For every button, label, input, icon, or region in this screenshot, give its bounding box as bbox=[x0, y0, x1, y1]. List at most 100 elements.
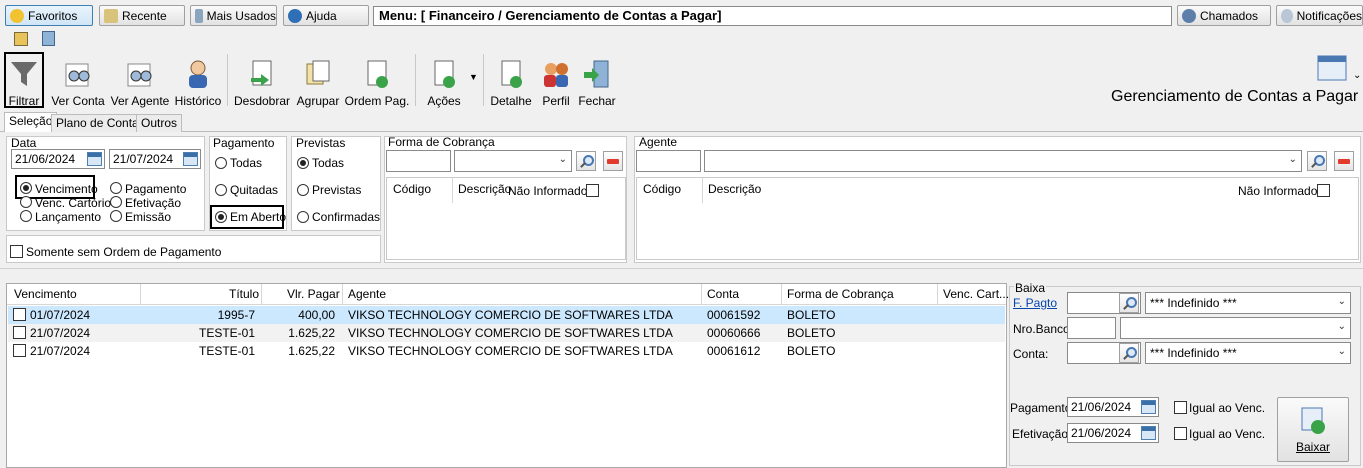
pagamento-todas-radio[interactable] bbox=[215, 157, 227, 169]
agente-nao-informado-checkbox[interactable] bbox=[1317, 184, 1330, 197]
date-to-field[interactable]: 21/07/2024 bbox=[109, 149, 201, 169]
emissao-radio[interactable] bbox=[110, 210, 122, 222]
cell-vencimento: 21/07/2024 bbox=[30, 326, 91, 340]
date-from-field[interactable]: 21/06/2024 bbox=[11, 149, 105, 169]
venc-cartorio-radio[interactable] bbox=[20, 196, 32, 208]
nro-banco-select[interactable]: ⌄ bbox=[1120, 317, 1351, 339]
fechar-button[interactable]: Fechar bbox=[578, 52, 616, 108]
baixa-efetivacao-date-value: 21/06/2024 bbox=[1071, 426, 1132, 440]
col-agente[interactable]: Agente bbox=[348, 287, 386, 301]
calendar-icon[interactable] bbox=[1141, 400, 1156, 414]
detalhe-label: Detalhe bbox=[490, 94, 532, 108]
agrupar-label: Agrupar bbox=[296, 94, 340, 108]
divider bbox=[0, 268, 1363, 269]
ordem-pag-button[interactable]: Ordem Pag. bbox=[345, 52, 409, 108]
forma-nao-informado-checkbox[interactable] bbox=[586, 184, 599, 197]
conta-code-input[interactable] bbox=[1067, 342, 1141, 364]
col-conta[interactable]: Conta bbox=[707, 287, 739, 301]
baixa-pagamento-date-field[interactable]: 21/06/2024 bbox=[1067, 397, 1159, 417]
lancamento-radio[interactable] bbox=[20, 210, 32, 222]
col-titulo[interactable]: Título bbox=[229, 287, 259, 301]
efetivacao-igual-venc-checkbox[interactable] bbox=[1174, 427, 1187, 440]
col-forma-cobranca[interactable]: Forma de Cobrança bbox=[787, 287, 894, 301]
somente-sem-ordem-checkbox[interactable] bbox=[10, 245, 23, 258]
historico-button[interactable]: Histórico bbox=[175, 52, 221, 108]
previstas-label: Previstas bbox=[296, 136, 346, 150]
agrupar-button[interactable]: Agrupar bbox=[296, 52, 340, 108]
chamados-label: Chamados bbox=[1200, 8, 1259, 23]
forma-cobranca-code-input[interactable] bbox=[386, 150, 451, 172]
column-divider bbox=[140, 284, 141, 305]
calculator-icon[interactable] bbox=[42, 31, 55, 46]
table-row[interactable]: 21/07/2024 TESTE-01 1.625,22 VIKSO TECHN… bbox=[8, 324, 1005, 342]
favoritos-label: Favoritos bbox=[28, 8, 78, 23]
pagamento-date-label: Pagamento bbox=[125, 182, 187, 196]
f-pagto-select[interactable]: *** Indefinido *** ⌄ bbox=[1145, 292, 1351, 314]
binoculars-icon bbox=[63, 58, 93, 90]
agente-code-input[interactable] bbox=[636, 150, 701, 172]
baixa-efetivacao-date-field[interactable]: 21/06/2024 bbox=[1067, 423, 1159, 443]
previstas-todas-radio[interactable] bbox=[297, 157, 309, 169]
agente-remove-button[interactable] bbox=[1334, 151, 1354, 171]
col-venc-cartorio[interactable]: Venc. Cart... bbox=[943, 287, 1009, 301]
perfil-button[interactable]: Perfil bbox=[540, 52, 572, 108]
desdobrar-button[interactable]: Desdobrar bbox=[233, 52, 291, 108]
tab-outros[interactable]: Outros bbox=[136, 114, 183, 132]
table-row[interactable]: 01/07/2024 1995-7 400,00 VIKSO TECHNOLOG… bbox=[8, 306, 1005, 324]
agente-search-button[interactable] bbox=[1307, 151, 1327, 171]
calendar-icon[interactable] bbox=[1141, 426, 1156, 440]
efetivacao-radio[interactable] bbox=[110, 196, 122, 208]
col-vlr-pagar[interactable]: Vlr. Pagar bbox=[287, 287, 340, 301]
users-icon bbox=[541, 58, 571, 90]
confirmadas-label: Confirmadas bbox=[312, 210, 381, 224]
edit-icon[interactable] bbox=[14, 32, 28, 46]
forma-cobranca-search-button[interactable] bbox=[576, 151, 596, 171]
col-vencimento[interactable]: Vencimento bbox=[14, 287, 77, 301]
row-checkbox[interactable] bbox=[13, 326, 26, 339]
row-checkbox[interactable] bbox=[13, 344, 26, 357]
conta-search-button[interactable] bbox=[1119, 343, 1139, 363]
forma-cobranca-remove-button[interactable] bbox=[603, 151, 623, 171]
table-row[interactable]: 21/07/2024 TESTE-01 1.625,22 VIKSO TECHN… bbox=[8, 342, 1005, 360]
calendar-icon[interactable] bbox=[87, 152, 102, 166]
data-label: Data bbox=[11, 136, 37, 150]
window-icon bbox=[1316, 54, 1350, 84]
row-checkbox[interactable] bbox=[13, 308, 26, 321]
baixar-button[interactable]: Baixar bbox=[1277, 397, 1349, 462]
acoes-button[interactable]: Ações bbox=[424, 52, 464, 108]
recente-button[interactable]: Recente bbox=[99, 5, 185, 26]
conta-select[interactable]: *** Indefinido *** ⌄ bbox=[1145, 342, 1351, 364]
chamados-button[interactable]: Chamados bbox=[1177, 5, 1271, 26]
calendar-icon[interactable] bbox=[183, 152, 198, 166]
confirmadas-radio[interactable] bbox=[297, 211, 309, 223]
cell-conta: 00061612 bbox=[707, 344, 761, 358]
contas-grid[interactable]: Vencimento Título Vlr. Pagar Agente Cont… bbox=[6, 283, 1009, 468]
detalhe-button[interactable]: Detalhe bbox=[490, 52, 532, 108]
tab-plano-de-conta[interactable]: Plano de Conta bbox=[51, 114, 144, 132]
mais-usados-button[interactable]: Mais Usados bbox=[190, 5, 277, 26]
em-aberto-highlight bbox=[210, 205, 284, 229]
acoes-dropdown-icon[interactable]: ▼ bbox=[469, 72, 478, 82]
ver-agente-button[interactable]: Ver Agente bbox=[111, 52, 169, 108]
f-pagto-code-input[interactable] bbox=[1067, 292, 1141, 314]
pagamento-igual-venc-checkbox[interactable] bbox=[1174, 401, 1187, 414]
notificacoes-button[interactable]: Notificações bbox=[1276, 5, 1363, 26]
f-pagto-search-button[interactable] bbox=[1119, 293, 1139, 313]
column-divider bbox=[452, 177, 453, 203]
ver-conta-button[interactable]: Ver Conta bbox=[51, 52, 105, 108]
tab-selecao[interactable]: Seleção bbox=[4, 112, 58, 132]
quitadas-radio[interactable] bbox=[215, 184, 227, 196]
clock-icon bbox=[104, 8, 118, 23]
forma-cobranca-select[interactable]: ⌄ bbox=[454, 150, 572, 172]
desdobrar-label: Desdobrar bbox=[233, 94, 291, 108]
pagamento-date-radio[interactable] bbox=[110, 182, 122, 194]
ajuda-button[interactable]: Ajuda bbox=[283, 5, 369, 26]
previstas-radio[interactable] bbox=[297, 184, 309, 196]
agente-select[interactable]: ⌄ bbox=[704, 150, 1302, 172]
favoritos-button[interactable]: Favoritos bbox=[5, 5, 93, 26]
f-pagto-link[interactable]: F. Pagto bbox=[1013, 296, 1057, 310]
nro-banco-input[interactable] bbox=[1067, 317, 1116, 339]
date-to-value: 21/07/2024 bbox=[113, 152, 174, 166]
column-divider bbox=[937, 284, 938, 305]
chevron-down-icon[interactable]: ⌄ bbox=[1353, 70, 1361, 81]
